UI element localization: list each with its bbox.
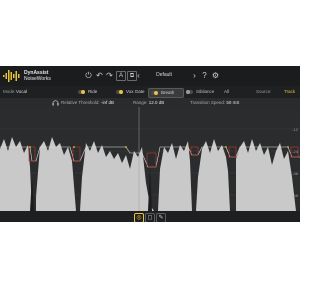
toggle-sibilance[interactable]	[186, 90, 193, 94]
threshold-label: Relative Threshold:	[61, 100, 100, 105]
chevron-right-icon[interactable]: ›	[190, 71, 199, 80]
waveform-graphic	[0, 107, 300, 211]
mode-label: Mode:	[3, 89, 16, 94]
range-param[interactable]: Range: 12.0 dB	[133, 100, 164, 105]
preset-name[interactable]: Default	[140, 72, 188, 78]
select-tool-button[interactable]: ◎	[134, 213, 144, 222]
threshold-param[interactable]: Relative Threshold: -inf dB	[61, 100, 114, 105]
toggle-ride[interactable]: Ride	[76, 88, 110, 96]
speed-value: 50 mS	[226, 100, 240, 105]
speed-label: Transition Speed:	[190, 100, 226, 105]
mode-select[interactable]: Vocal	[16, 89, 27, 94]
threshold-value: -inf dB	[100, 100, 114, 105]
toggle-ride-label: Ride	[88, 89, 98, 94]
compare-icon[interactable]: A	[116, 71, 126, 81]
brand-subtitle: NoiseWorks	[24, 76, 51, 82]
redo-icon[interactable]: ↷	[105, 71, 114, 80]
toggle-breath-label: Breath	[161, 90, 175, 95]
parameter-bar: Relative Threshold: -inf dB Range: 12.0 …	[0, 98, 300, 107]
header-bar: DynAssist NoiseWorks ⏻ ↶ ↷ A ⧉ ‹ Default…	[0, 66, 300, 86]
range-label: Range:	[133, 100, 148, 105]
gear-icon[interactable]: ⚙	[211, 71, 220, 80]
toggle-breath[interactable]: Breath	[148, 88, 184, 98]
eraser-tool-button[interactable]: ◻	[145, 213, 155, 222]
switch	[151, 91, 158, 95]
undo-icon[interactable]: ↶	[95, 71, 104, 80]
waveform-logo-icon	[3, 70, 20, 82]
scale-label: -36	[292, 171, 298, 176]
tool-bar: ◎ ◻ ✎	[0, 211, 300, 222]
power-icon[interactable]: ⏻	[84, 71, 93, 80]
range-value: 12.0 dB	[148, 100, 165, 105]
toggle-sibilance-label: Sibilance	[196, 89, 215, 94]
scale-label: -48	[292, 193, 298, 198]
source-label: Source:	[256, 89, 272, 94]
scale-label: -12	[292, 127, 298, 132]
switch	[116, 90, 123, 94]
filter-all[interactable]: All	[224, 89, 229, 94]
speed-param[interactable]: Transition Speed: 50 mS	[190, 100, 239, 105]
help-icon[interactable]: ?	[200, 71, 209, 80]
source-select[interactable]: Track	[284, 89, 295, 94]
scale-label: -24	[292, 149, 298, 154]
switch	[78, 90, 85, 94]
pencil-tool-button[interactable]: ✎	[156, 213, 166, 222]
plugin-window: DynAssist NoiseWorks ⏻ ↶ ↷ A ⧉ ‹ Default…	[0, 66, 300, 222]
waveform-display[interactable]: -12 -24 -36 -48	[0, 107, 300, 211]
headphones-icon[interactable]	[52, 99, 59, 106]
control-bar: Mode: Vocal Ride Vox Gate Breath Sibilan…	[0, 86, 300, 98]
toggle-vox-gate-label: Vox Gate	[126, 89, 145, 94]
toggle-vox-gate[interactable]: Vox Gate	[114, 88, 148, 96]
